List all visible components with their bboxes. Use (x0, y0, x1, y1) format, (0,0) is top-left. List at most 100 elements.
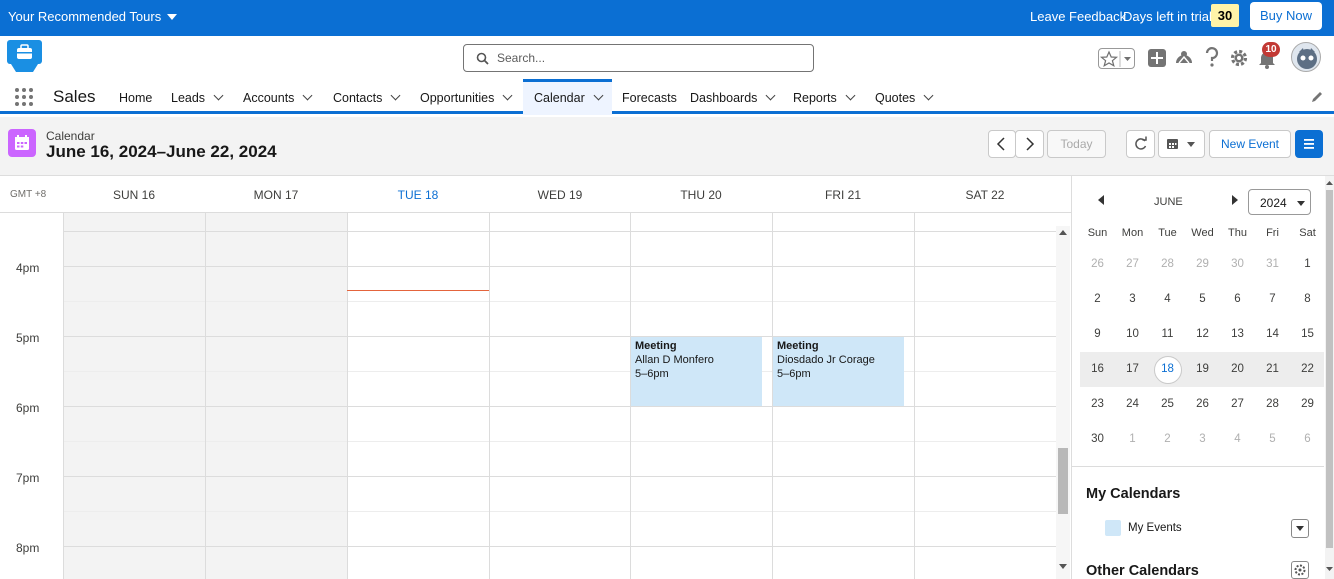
nav-item-forecasts[interactable]: Forecasts (622, 79, 677, 115)
org-logo[interactable] (7, 40, 42, 75)
chevron-down-icon[interactable] (302, 90, 313, 101)
year-select[interactable]: 2024 (1248, 189, 1311, 215)
mini-calendar-day-today[interactable]: 18 (1150, 363, 1185, 375)
mini-calendar-day[interactable]: 16 (1080, 363, 1115, 375)
mini-calendar-day[interactable]: 28 (1255, 398, 1290, 410)
mini-calendar-day[interactable]: 5 (1185, 293, 1220, 305)
day-header-sun[interactable]: SUN 16 (63, 188, 205, 202)
chevron-down-icon[interactable] (390, 90, 401, 101)
nav-item-dashboards[interactable]: Dashboards (690, 79, 776, 115)
mini-calendar-day[interactable]: 2 (1150, 433, 1185, 445)
event-card[interactable]: Meeting Diosdado Jr Corage 5–6pm (773, 337, 904, 406)
mini-calendar-day[interactable]: 1 (1290, 258, 1325, 270)
panel-scrollbar[interactable] (1325, 176, 1334, 579)
day-header-tue-today[interactable]: TUE 18 (347, 188, 489, 202)
nav-item-accounts[interactable]: Accounts (243, 79, 313, 115)
mini-calendar-day[interactable]: 3 (1115, 293, 1150, 305)
mini-calendar-day[interactable]: 3 (1185, 433, 1220, 445)
nav-item-quotes[interactable]: Quotes (875, 79, 934, 115)
setup-gear-icon[interactable] (1229, 48, 1249, 71)
day-header-sat[interactable]: SAT 22 (914, 188, 1056, 202)
global-actions-add-icon[interactable] (1148, 49, 1166, 67)
mini-calendar-day[interactable]: 11 (1150, 328, 1185, 340)
mini-calendar-day[interactable]: 27 (1220, 398, 1255, 410)
chevron-down-icon[interactable] (845, 90, 856, 101)
chevron-down-icon[interactable] (765, 90, 776, 101)
mini-calendar-day[interactable]: 1 (1115, 433, 1150, 445)
mini-calendar-day[interactable]: 5 (1255, 433, 1290, 445)
mini-calendar-day[interactable]: 29 (1185, 258, 1220, 270)
trailhead-icon[interactable] (1174, 48, 1194, 71)
mini-calendar-day[interactable]: 20 (1220, 363, 1255, 375)
day-header-thu[interactable]: THU 20 (630, 188, 772, 202)
nav-item-leads[interactable]: Leads (171, 79, 224, 115)
mini-calendar-day[interactable]: 14 (1255, 328, 1290, 340)
nav-item-reports[interactable]: Reports (793, 79, 856, 115)
mini-calendar-day[interactable]: 15 (1290, 328, 1325, 340)
edit-nav-pencil-icon[interactable] (1310, 90, 1324, 107)
mini-calendar-day[interactable]: 27 (1115, 258, 1150, 270)
mini-calendar-day[interactable]: 17 (1115, 363, 1150, 375)
mini-calendar-day[interactable]: 26 (1080, 258, 1115, 270)
chevron-down-icon[interactable] (502, 90, 513, 101)
day-header-mon[interactable]: MON 17 (205, 188, 347, 202)
next-week-button[interactable] (1015, 130, 1044, 158)
grid-scrollbar[interactable] (1056, 226, 1070, 579)
view-switcher-button[interactable] (1158, 130, 1205, 158)
chevron-down-icon[interactable] (593, 90, 604, 101)
mini-calendar-day[interactable]: 28 (1150, 258, 1185, 270)
chevron-down-icon[interactable] (923, 90, 934, 101)
event-card[interactable]: Meeting Allan D Monfero 5–6pm (631, 337, 762, 406)
chevron-down-icon[interactable] (213, 90, 224, 101)
mini-calendar-day[interactable]: 2 (1080, 293, 1115, 305)
mini-calendar-day[interactable]: 24 (1115, 398, 1150, 410)
nav-item-home[interactable]: Home (119, 79, 152, 115)
mini-calendar-day[interactable]: 12 (1185, 328, 1220, 340)
mini-calendar-day[interactable]: 22 (1290, 363, 1325, 375)
mini-calendar-day[interactable]: 19 (1185, 363, 1220, 375)
global-search-input[interactable]: Search... (463, 44, 814, 72)
mini-calendar-day[interactable]: 30 (1220, 258, 1255, 270)
mini-calendar-day[interactable]: 6 (1220, 293, 1255, 305)
new-event-button[interactable]: New Event (1209, 130, 1291, 158)
user-avatar[interactable] (1291, 42, 1321, 72)
mini-calendar-day[interactable]: 31 (1255, 258, 1290, 270)
mini-calendar-day[interactable]: 23 (1080, 398, 1115, 410)
nav-item-calendar[interactable]: Calendar (523, 79, 612, 115)
mini-calendar-day[interactable]: 7 (1255, 293, 1290, 305)
previous-month-button[interactable] (1096, 194, 1106, 209)
mini-calendar-day[interactable]: 13 (1220, 328, 1255, 340)
mini-calendar-day[interactable]: 25 (1150, 398, 1185, 410)
mini-calendar-day[interactable]: 8 (1290, 293, 1325, 305)
day-header-wed[interactable]: WED 19 (489, 188, 631, 202)
mini-calendar-day[interactable]: 29 (1290, 398, 1325, 410)
grid-scrollbar-thumb[interactable] (1058, 448, 1068, 514)
mini-calendar-day[interactable]: 26 (1185, 398, 1220, 410)
refresh-button[interactable] (1126, 130, 1155, 158)
mini-calendar-day[interactable]: 30 (1080, 433, 1115, 445)
buy-now-button[interactable]: Buy Now (1250, 2, 1322, 30)
my-events-label[interactable]: My Events (1128, 522, 1182, 534)
app-launcher-icon[interactable] (14, 87, 34, 110)
mini-calendar-day[interactable]: 6 (1290, 433, 1325, 445)
calendar-list-toggle-button[interactable] (1295, 130, 1323, 158)
nav-item-opportunities[interactable]: Opportunities (420, 79, 513, 115)
my-events-color-swatch[interactable] (1105, 520, 1121, 536)
mini-calendar-day[interactable]: 4 (1150, 293, 1185, 305)
panel-scrollbar-thumb[interactable] (1326, 190, 1333, 548)
today-button[interactable]: Today (1047, 130, 1106, 158)
mini-calendar-day[interactable]: 9 (1080, 328, 1115, 340)
other-calendars-settings-button[interactable] (1291, 561, 1309, 579)
favorites-button[interactable] (1098, 48, 1135, 69)
mini-calendar-day[interactable]: 4 (1220, 433, 1255, 445)
next-month-button[interactable] (1230, 194, 1240, 209)
nav-item-contacts[interactable]: Contacts (333, 79, 401, 115)
previous-week-button[interactable] (988, 130, 1016, 158)
day-header-fri[interactable]: FRI 21 (772, 188, 914, 202)
recommended-tours-dropdown[interactable]: Your Recommended Tours (8, 9, 178, 24)
mini-calendar-day[interactable]: 21 (1255, 363, 1290, 375)
mini-calendar-day[interactable]: 10 (1115, 328, 1150, 340)
leave-feedback-link[interactable]: Leave Feedback (1030, 9, 1126, 24)
my-events-menu-button[interactable] (1291, 519, 1309, 538)
help-icon[interactable] (1203, 47, 1221, 72)
